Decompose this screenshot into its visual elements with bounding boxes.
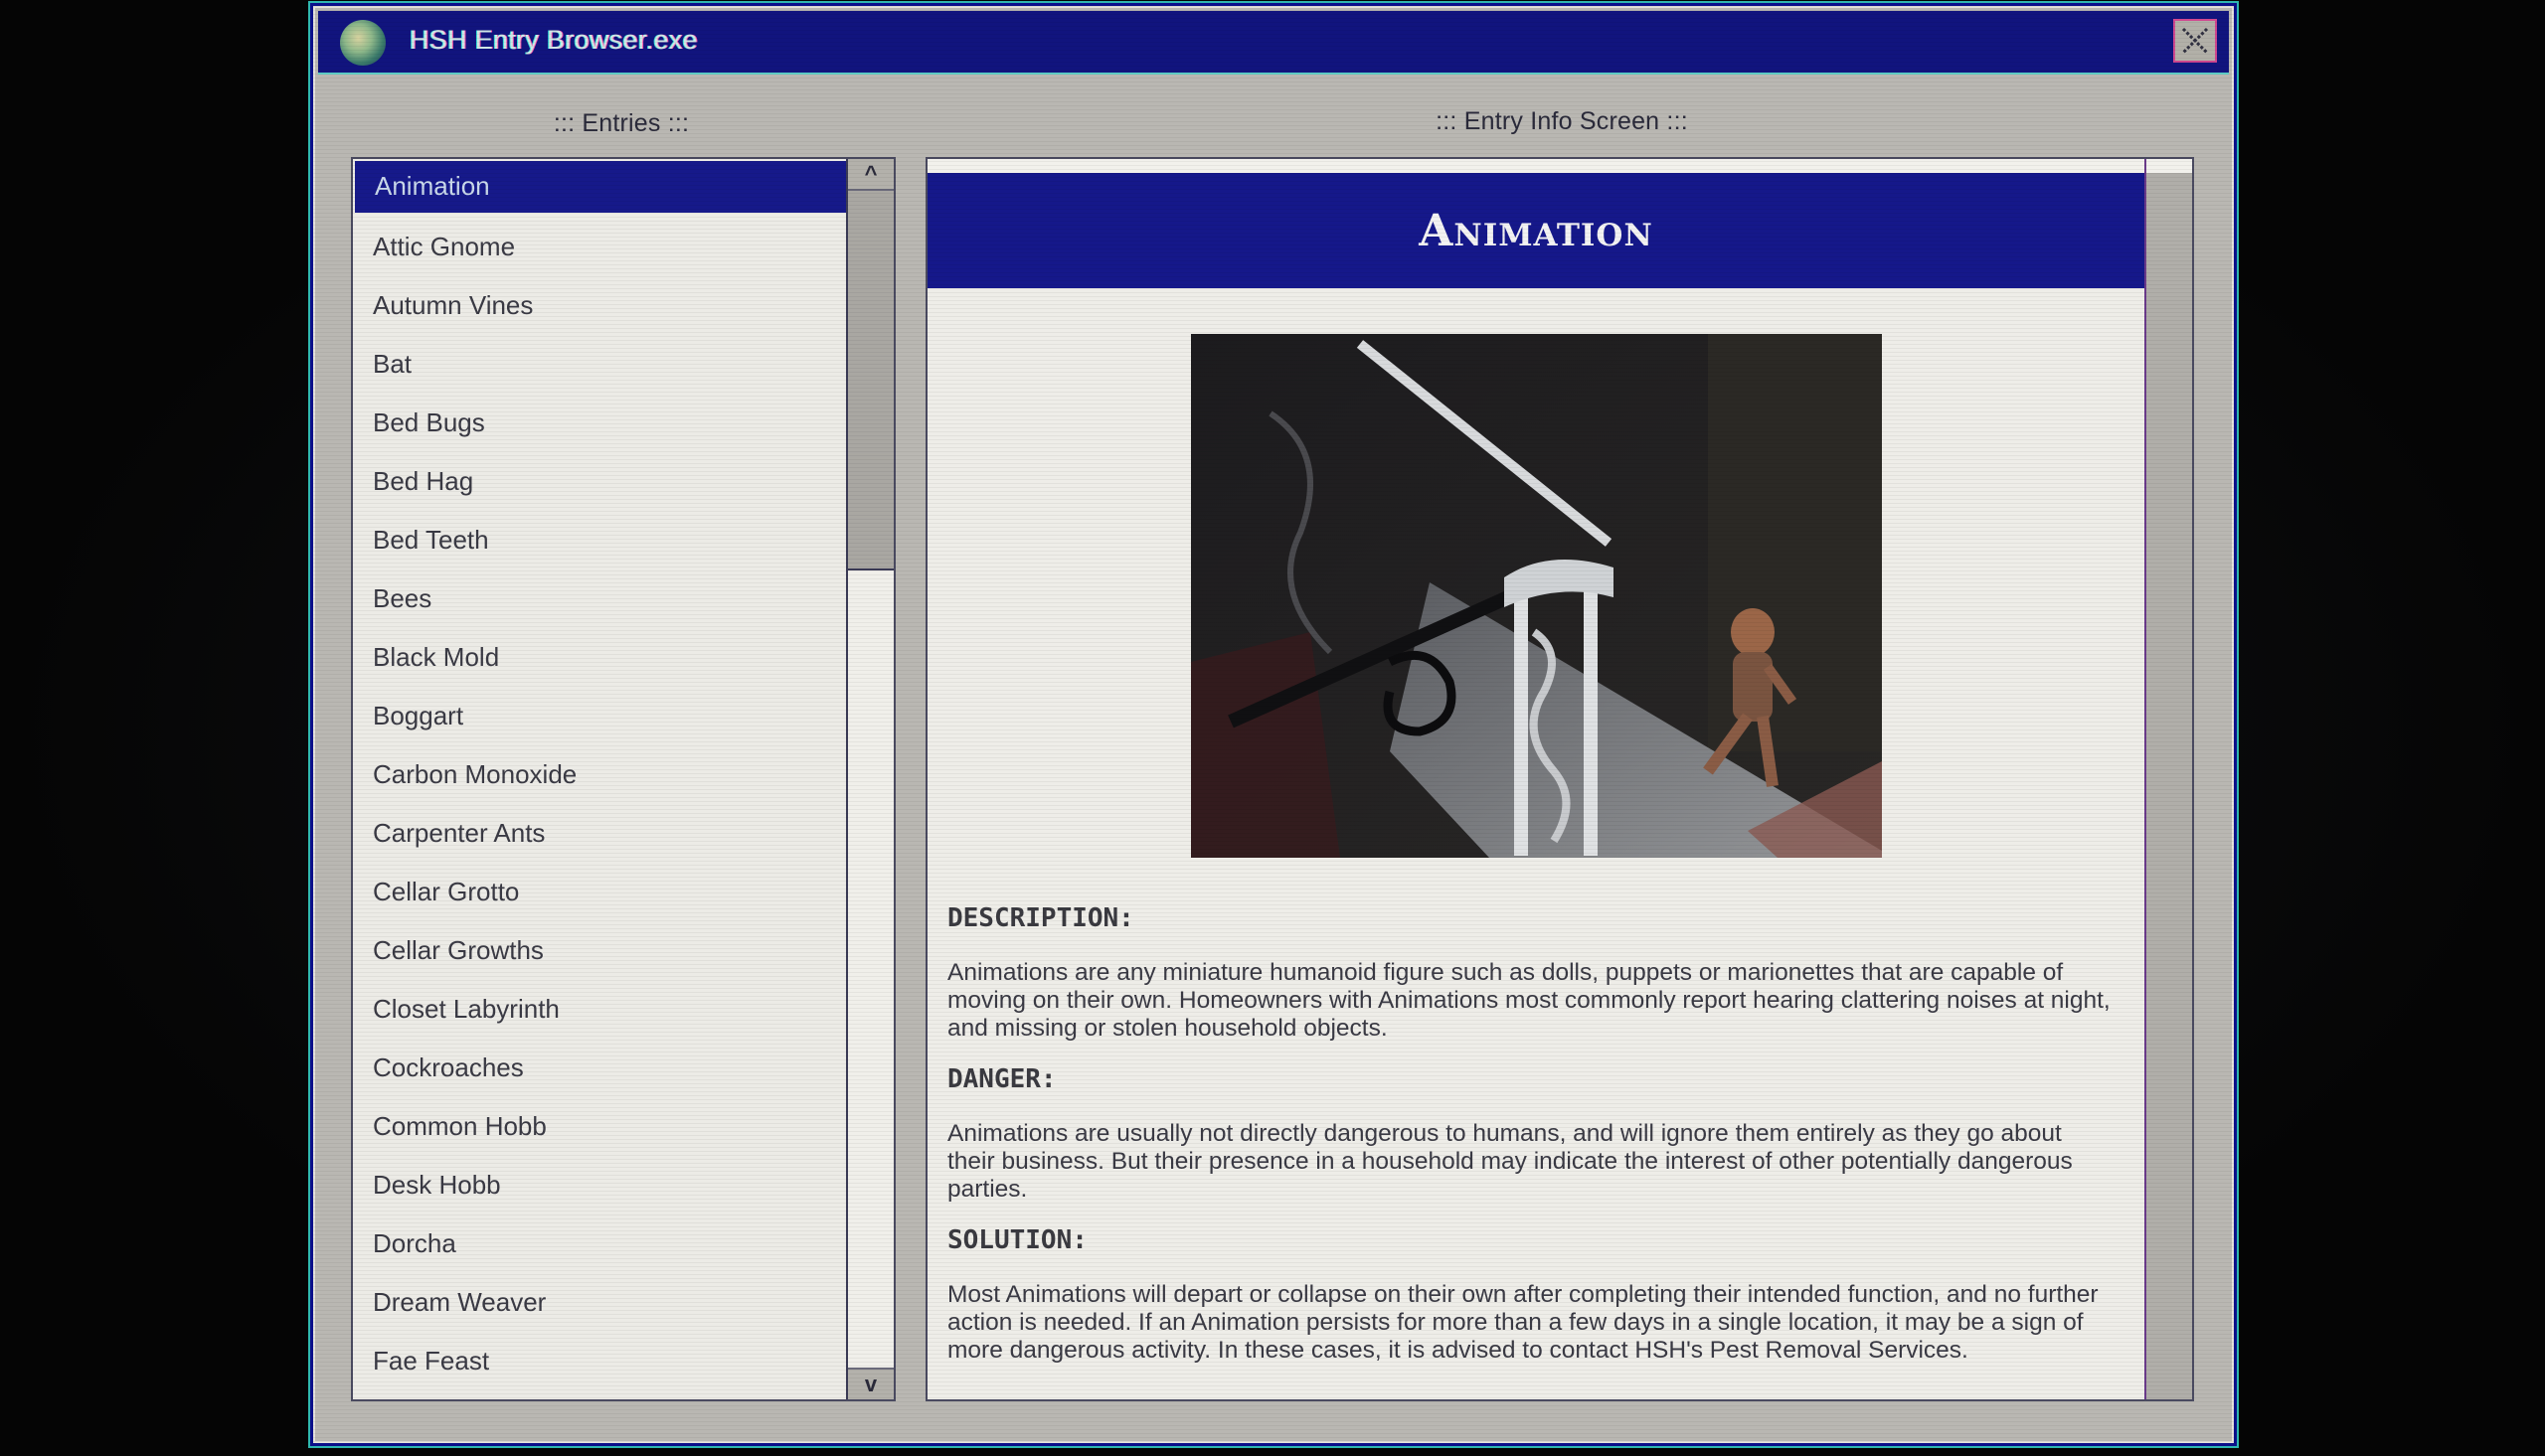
entry-title: Animation (1419, 205, 1653, 256)
section-body: Animations are usually not directly dang… (947, 1120, 2073, 1203)
info-top-strip (928, 159, 2144, 173)
scrollbar-thumb[interactable] (848, 191, 894, 570)
info-scrollbar[interactable] (2144, 159, 2192, 1399)
entry-section: SOLUTION: Most Animations will depart or … (947, 1225, 2115, 1365)
staircase-puppet-illustration (1190, 334, 1882, 858)
section-body: Animations are any miniature humanoid fi… (947, 959, 2111, 1042)
app-window: HSH Entry Browser.exe ::: Entries ::: ::… (310, 3, 2237, 1446)
list-item[interactable]: Attic Gnome (353, 218, 846, 276)
scroll-up-button[interactable]: ^ (848, 159, 894, 191)
entries-list[interactable]: Animation Attic Gnome Autumn Vines Bat Bed B… (351, 157, 896, 1401)
close-icon (2181, 27, 2209, 55)
list-item[interactable]: Cellar Grotto (353, 863, 846, 921)
section-heading: SOLUTION: (947, 1225, 1088, 1255)
list-item[interactable]: Bed Bugs (353, 394, 846, 452)
entries-scrollbar[interactable]: ^ v (846, 159, 894, 1399)
list-item[interactable]: Autumn Vines (353, 276, 846, 335)
list-item[interactable]: Fae Feast (353, 1332, 846, 1390)
list-item[interactable]: Cellar Growths (353, 921, 846, 980)
list-item[interactable]: Cockroaches (353, 1039, 846, 1097)
list-item[interactable]: Animation (355, 161, 846, 213)
entries-label: ::: Entries ::: (553, 109, 690, 137)
entry-image (1190, 334, 1882, 858)
entry-info-panel: Animation DESCRIPTION: Animations are an… (926, 157, 2194, 1401)
section-body: Most Animations will depart or collapse … (947, 1281, 2099, 1364)
entry-section: DANGER: Animations are usually not direct… (947, 1064, 2115, 1204)
scroll-down-button[interactable]: v (848, 1368, 894, 1399)
entry-info-label: ::: Entry Info Screen ::: (1436, 107, 1688, 135)
list-item[interactable]: Boggart (353, 687, 846, 745)
entry-section: DESCRIPTION: Animations are any miniature… (947, 903, 2115, 1043)
list-item[interactable]: Black Mold (353, 628, 846, 687)
entry-header: Animation (928, 173, 2144, 288)
entry-sections: DESCRIPTION: Animations are any miniature… (928, 903, 2144, 1365)
window-title: HSH Entry Browser.exe (410, 25, 698, 55)
close-button[interactable] (2173, 19, 2217, 63)
list-item[interactable]: Desk Hobb (353, 1156, 846, 1214)
brain-globe-icon (340, 20, 386, 66)
list-item[interactable]: Common Hobb (353, 1097, 846, 1156)
section-heading: DESCRIPTION: (947, 903, 1134, 933)
list-item[interactable]: Closet Labyrinth (353, 980, 846, 1039)
entries-list-items: Animation Attic Gnome Autumn Vines Bat Bed B… (353, 159, 846, 1390)
list-item[interactable]: Bees (353, 569, 846, 628)
list-item[interactable]: Dorcha (353, 1214, 846, 1273)
title-bar[interactable]: HSH Entry Browser.exe (318, 11, 2229, 75)
list-item[interactable]: Dream Weaver (353, 1273, 846, 1332)
list-item[interactable]: Bed Teeth (353, 511, 846, 569)
list-item[interactable]: Bed Hag (353, 452, 846, 511)
section-heading: DANGER: (947, 1064, 1057, 1094)
entry-info-content: Animation DESCRIPTION: Animations are an… (928, 159, 2144, 1399)
list-item[interactable]: Bat (353, 335, 846, 394)
info-scrollbar-thumb[interactable] (2146, 159, 2192, 173)
list-item[interactable]: Carbon Monoxide (353, 745, 846, 804)
list-item[interactable]: Carpenter Ants (353, 804, 846, 863)
